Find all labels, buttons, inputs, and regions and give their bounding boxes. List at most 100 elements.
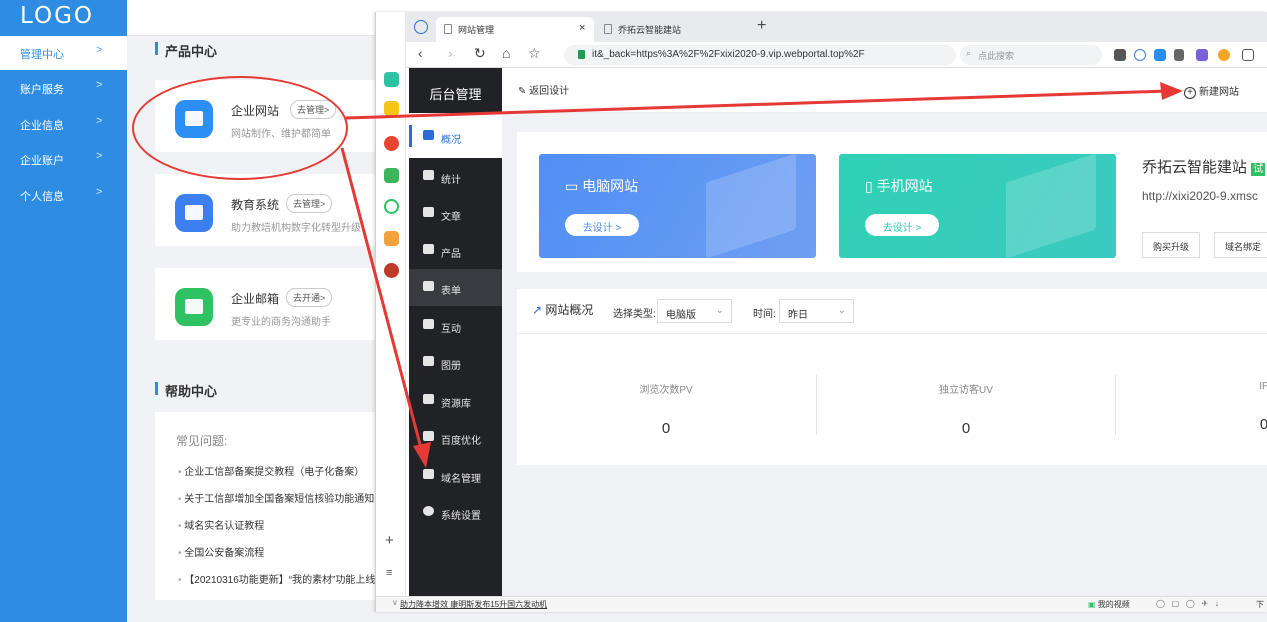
nav-item-stats[interactable]: 统计 <box>409 158 502 195</box>
database-icon <box>423 394 434 404</box>
shield-icon[interactable] <box>1218 49 1230 61</box>
home-icon[interactable]: ⌂ <box>502 45 510 61</box>
form-icon <box>423 281 434 291</box>
nav-item-domain[interactable]: 域名管理 <box>409 457 502 494</box>
nav-item-articles[interactable]: 文章 <box>409 195 502 232</box>
time-label: 时间: <box>753 309 776 320</box>
product-desc: 助力教培机构数字化转型升级 <box>231 223 361 234</box>
nav-item-overview[interactable]: 概况 <box>409 118 502 155</box>
star-icon[interactable]: ☆ <box>528 45 541 62</box>
chevron-right-icon: > <box>96 79 103 91</box>
overview-title-text: 网站概况 <box>545 303 594 317</box>
nav-item-resources[interactable]: 资源库 <box>409 382 502 419</box>
game-icon[interactable] <box>384 231 399 246</box>
extension-icon[interactable] <box>1154 49 1166 61</box>
favorites-icon[interactable] <box>384 101 399 116</box>
stat-label: IP <box>1259 381 1267 392</box>
browser-sidebar: + ≡ <box>376 12 406 612</box>
new-tab-button[interactable]: + <box>757 17 766 35</box>
chat-icon <box>423 319 434 329</box>
product-card-education[interactable]: 教育系统 去管理> 助力教培机构数字化转型升级 <box>155 174 375 246</box>
nav-item-interaction[interactable]: 互动 <box>409 307 502 344</box>
nav-item-settings[interactable]: 系统设置 <box>409 494 502 531</box>
product-name: 企业邮箱 <box>231 292 280 306</box>
active-indicator <box>409 125 412 147</box>
faq-link[interactable]: 关于工信部增加全国备案短信核验功能通知 <box>178 490 375 505</box>
activate-button[interactable]: 去开通> <box>286 288 333 307</box>
chevron-right-icon: > <box>96 115 103 127</box>
compass-icon[interactable] <box>414 20 428 34</box>
faq-link[interactable]: 企业工信部备案提交教程（电子化备案） <box>178 463 375 478</box>
search-input[interactable]: ⌕ 点此搜索 <box>960 45 1102 65</box>
stat-label: 浏览次数PV <box>639 385 693 396</box>
status-icons[interactable]: ◯ ▢ ◯ ✈ ↓ <box>1156 599 1219 608</box>
news-link[interactable]: 助力降本增效 康明斯发布15升国六发动机 <box>400 599 547 610</box>
tab-bar: 网站管理 × 乔拓云智能建站 + <box>376 12 1267 42</box>
time-select[interactable]: 昨日 ⌄ <box>779 299 854 323</box>
admin-header: ✎ 返回设计 + 新建网站 <box>502 68 1267 113</box>
stat-ip: IP 0 <box>1115 381 1267 433</box>
pc-design-button[interactable]: 去设计 > <box>565 214 639 236</box>
sidebar-item-label: 管理中心 <box>20 49 64 61</box>
nav-label: 系统设置 <box>441 511 481 522</box>
chevron-right-icon: > <box>96 186 103 198</box>
reload-icon[interactable]: ↻ <box>474 45 486 62</box>
ball-icon[interactable] <box>384 263 399 278</box>
pc-site-label: 电脑网站 <box>582 178 639 194</box>
pc-site-banner[interactable]: ▭ 电脑网站 去设计 > <box>539 154 816 258</box>
mail-icon <box>175 288 213 326</box>
apps-icon[interactable] <box>1196 49 1208 61</box>
forward-icon[interactable]: › <box>448 45 453 61</box>
nav-label: 表单 <box>441 286 461 297</box>
sidebar-item-company-info[interactable]: 企业信息 > <box>0 107 127 141</box>
manage-button[interactable]: 去管理> <box>286 194 333 213</box>
product-card-email[interactable]: 企业邮箱 去开通> 更专业的商务沟通助手 <box>155 268 375 340</box>
close-icon[interactable]: × <box>579 22 585 34</box>
scissors-icon[interactable] <box>1174 49 1184 61</box>
sidebar-app-icon[interactable] <box>384 72 399 87</box>
menu-icon[interactable]: ≡ <box>386 567 392 579</box>
product-desc: 更专业的商务沟通助手 <box>231 317 331 328</box>
my-video-button[interactable]: ▣ 我的视频 <box>1088 599 1130 610</box>
buy-upgrade-button[interactable]: 购买升级 <box>1142 232 1201 258</box>
new-site-button[interactable]: + 新建网站 <box>1184 83 1239 99</box>
weibo-icon[interactable] <box>384 136 399 151</box>
search-icon: ⌕ <box>966 48 972 58</box>
nav-item-forms[interactable]: 表单 <box>409 269 502 306</box>
cloud-icon[interactable] <box>384 199 399 214</box>
nav-item-album[interactable]: 图册 <box>409 344 502 381</box>
edit-icon: ✎ <box>518 86 530 97</box>
trend-icon: ↗ <box>532 303 546 317</box>
add-icon[interactable]: + <box>385 532 394 549</box>
sidebar-item-account-service[interactable]: 账户服务 > <box>0 71 127 105</box>
stat-value: 0 <box>1259 416 1267 433</box>
back-icon[interactable]: ‹ <box>418 45 423 61</box>
address-input[interactable]: it&_back=https%3A%2F%2Fxixi2020-9.vip.we… <box>564 45 956 65</box>
trial-badge: 试 <box>1251 163 1266 176</box>
type-label: 选择类型: <box>613 309 656 320</box>
faq-link[interactable]: 域名实名认证教程 <box>178 517 375 532</box>
chart-icon <box>423 170 434 180</box>
nav-label: 互动 <box>441 324 461 335</box>
sidebar-item-personal-info[interactable]: 个人信息 > <box>0 178 127 212</box>
mobile-site-banner[interactable]: ▯ 手机网站 去设计 > <box>839 154 1116 258</box>
sidebar-item-management[interactable]: 管理中心 > <box>0 36 127 70</box>
sidebar-item-company-account[interactable]: 企业账户 > <box>0 142 127 176</box>
download-label[interactable]: 下 <box>1256 599 1264 610</box>
nav-item-products[interactable]: 产品 <box>409 232 502 269</box>
mobile-design-button[interactable]: 去设计 > <box>865 214 939 236</box>
overview-title: ↗ 网站概况 <box>532 301 593 318</box>
type-select[interactable]: 电脑版 ⌄ <box>657 299 732 323</box>
grid-menu-icon[interactable] <box>1242 49 1254 61</box>
faq-link[interactable]: 全国公安备案流程 <box>178 544 375 559</box>
mail-icon[interactable] <box>384 168 399 183</box>
domain-bind-button[interactable]: 域名绑定 <box>1214 232 1267 258</box>
album-icon <box>423 356 434 366</box>
translate-icon[interactable] <box>1134 49 1146 61</box>
back-to-design-button[interactable]: ✎ 返回设计 <box>518 82 569 97</box>
tab-qituoyun[interactable]: 乔拓云智能建站 <box>596 17 754 42</box>
tab-site-management[interactable]: 网站管理 × <box>436 17 594 42</box>
faq-link[interactable]: 【20210316功能更新】“我的素材”功能上线 <box>178 571 375 586</box>
reader-icon[interactable] <box>1114 49 1126 61</box>
nav-item-seo[interactable]: 百度优化 <box>409 419 502 456</box>
